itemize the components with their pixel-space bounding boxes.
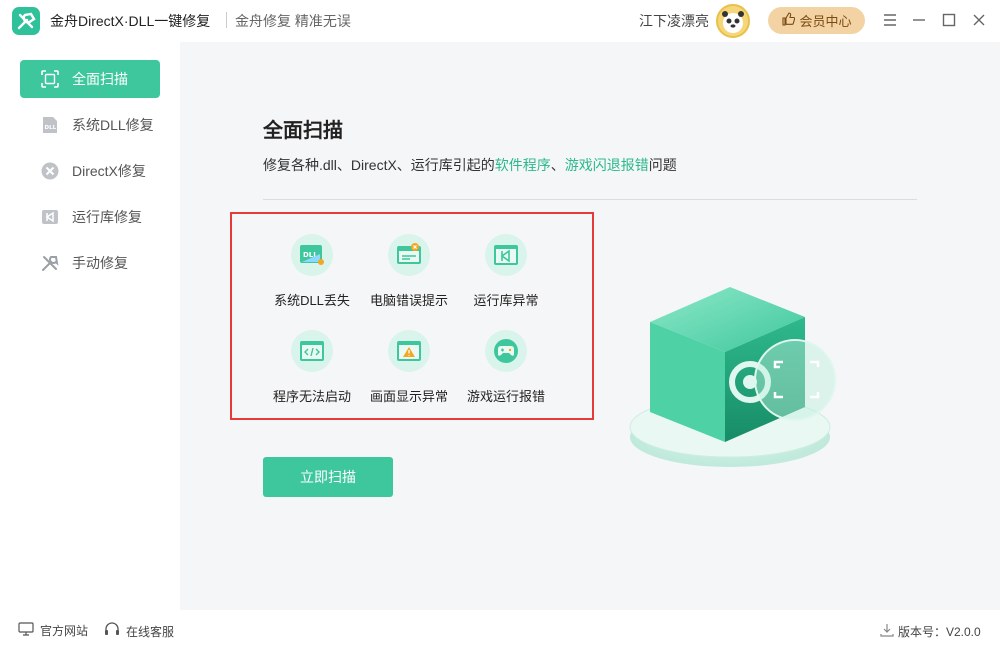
page-title: 全面扫描 (263, 120, 343, 142)
feature-pc-error: 电脑错误提示 (359, 234, 459, 309)
sidebar-item-directx-repair[interactable]: DirectX修复 (20, 152, 160, 190)
warning-window-icon (388, 330, 430, 372)
scanner-illustration (629, 287, 836, 467)
avatar[interactable] (716, 4, 750, 38)
svg-text:DLL: DLL (45, 125, 57, 131)
menu-icon[interactable] (879, 10, 901, 30)
sidebar-item-dll-repair[interactable]: DLL 系统DLL修复 (20, 106, 160, 144)
page-description: 修复各种.dll、DirectX、运行库引起的软件程序、游戏闪退报错问题 (263, 157, 677, 173)
monitor-icon (18, 622, 34, 639)
sidebar: 全面扫描 DLL 系统DLL修复 DirectX修复 运行库修复 手动修复 (0, 42, 180, 612)
feature-dll-missing: DLL 系统DLL丢失 (262, 234, 362, 309)
footer: 官方网站 在线客服 版本号：V2.0.0 (0, 610, 1000, 650)
gamepad-icon (485, 330, 527, 372)
highlight-software: 软件程序 (494, 157, 551, 173)
close-icon[interactable] (968, 10, 990, 30)
dll-file-icon: DLL (291, 234, 333, 276)
scan-icon (40, 69, 60, 89)
download-icon (880, 623, 894, 640)
sidebar-item-label: 手动修复 (72, 255, 128, 271)
vip-center-button[interactable]: 会员中心 (768, 7, 865, 34)
online-support-link[interactable]: 在线客服 (104, 622, 174, 640)
sidebar-item-label: 系统DLL修复 (72, 117, 154, 133)
main-panel: 全面扫描 修复各种.dll、DirectX、运行库引起的软件程序、游戏闪退报错问… (180, 42, 1000, 610)
minimize-icon[interactable] (908, 10, 930, 30)
app-logo-icon (12, 7, 40, 35)
highlight-game-crash: 游戏闪退报错 (564, 157, 649, 173)
dll-icon: DLL (40, 115, 60, 135)
sidebar-item-label: 全面扫描 (72, 71, 128, 87)
thumbs-up-icon (781, 12, 796, 29)
feature-display-error: 画面显示异常 (359, 330, 459, 405)
directx-icon (40, 161, 60, 181)
runtime-window-icon (485, 234, 527, 276)
official-website-link[interactable]: 官方网站 (18, 622, 88, 639)
headset-icon (104, 622, 120, 640)
title-divider (226, 12, 227, 28)
title-bar: 金舟DirectX·DLL一键修复 金舟修复 精准无误 江下凌漂亮 会员中心 (0, 0, 1000, 42)
app-title: 金舟DirectX·DLL一键修复 (50, 13, 211, 29)
username[interactable]: 江下凌漂亮 (639, 11, 709, 31)
wrench-icon (40, 253, 60, 273)
divider (263, 199, 917, 200)
vip-center-label: 会员中心 (799, 14, 852, 29)
maximize-icon[interactable] (938, 10, 960, 30)
sidebar-item-runtime-repair[interactable]: 运行库修复 (20, 198, 160, 236)
app-slogan: 金舟修复 精准无误 (235, 13, 351, 29)
runtime-icon (40, 207, 60, 227)
error-window-icon (388, 234, 430, 276)
sidebar-item-label: DirectX修复 (72, 163, 146, 179)
feature-highlight-box: DLL 系统DLL丢失 电脑错误提示 运行库异常 程序无法启动 画面显示异常 游… (230, 212, 594, 420)
sidebar-item-manual-repair[interactable]: 手动修复 (20, 244, 160, 282)
version-info: 版本号：V2.0.0 (880, 623, 981, 640)
scan-now-button[interactable]: 立即扫描 (263, 457, 393, 497)
feature-runtime-error: 运行库异常 (456, 234, 556, 309)
sidebar-item-label: 运行库修复 (72, 209, 142, 225)
feature-game-error: 游戏运行报错 (456, 330, 556, 405)
sidebar-item-full-scan[interactable]: 全面扫描 (20, 60, 160, 98)
code-window-icon (291, 330, 333, 372)
feature-program-wont-start: 程序无法启动 (262, 330, 362, 405)
